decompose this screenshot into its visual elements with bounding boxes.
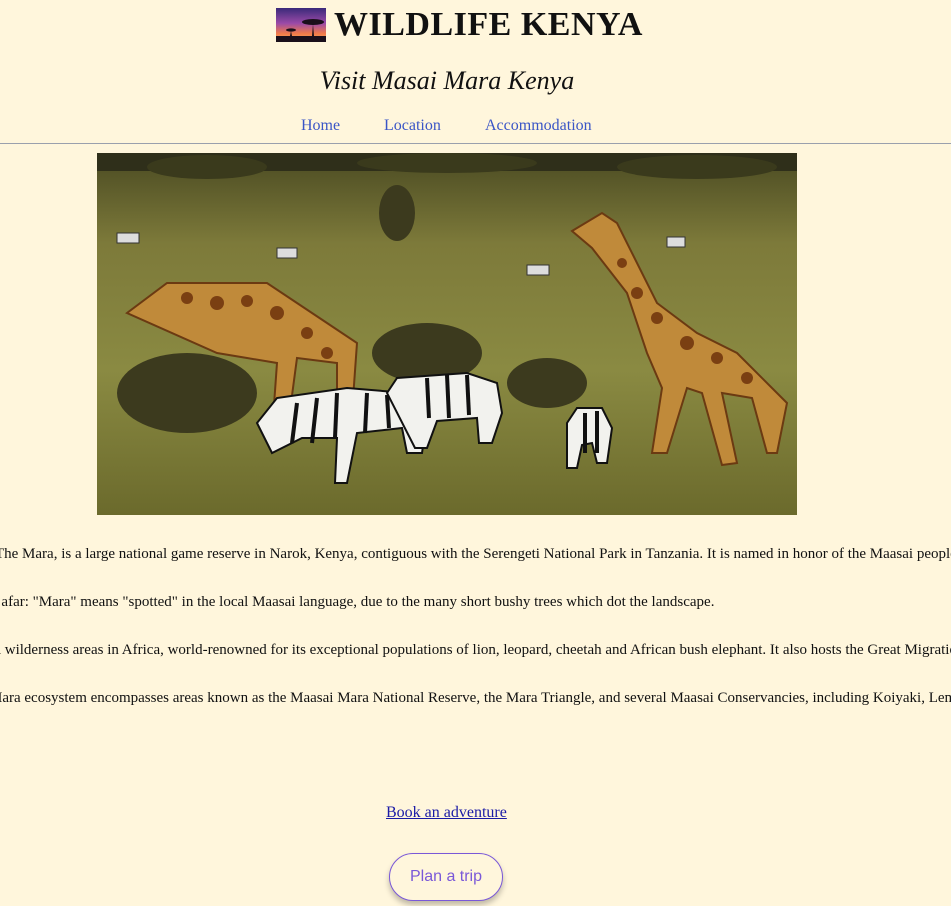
header-divider xyxy=(0,143,951,144)
intro-paragraph: Mara ecosystem encompasses areas known a… xyxy=(0,690,951,706)
intro-paragraph: as The Mara, is a large national game re… xyxy=(0,546,951,562)
site-header: WILDLIFE KENYA Visit Masai Mara Kenya Ho… xyxy=(0,0,951,144)
main-nav: Home Location Accommodation xyxy=(0,117,951,137)
hero-savanna-image xyxy=(97,153,797,515)
site-title: WILDLIFE KENYA xyxy=(334,6,643,43)
nav-link-home[interactable]: Home xyxy=(301,117,340,135)
book-adventure-link[interactable]: Book an adventure xyxy=(386,804,507,822)
nav-link-location[interactable]: Location xyxy=(384,117,441,135)
page-subtitle: Visit Masai Mara Kenya xyxy=(319,66,575,95)
nav-link-accommodation[interactable]: Accommodation xyxy=(485,117,592,135)
sunset-acacia-logo-icon xyxy=(276,8,326,42)
plan-trip-button[interactable]: Plan a trip xyxy=(389,853,503,901)
intro-paragraph: m afar: "Mara" means "spotted" in the lo… xyxy=(0,594,715,610)
intro-paragraph: nd wilderness areas in Africa, world-ren… xyxy=(0,642,951,658)
brand: WILDLIFE KENYA xyxy=(276,6,643,44)
